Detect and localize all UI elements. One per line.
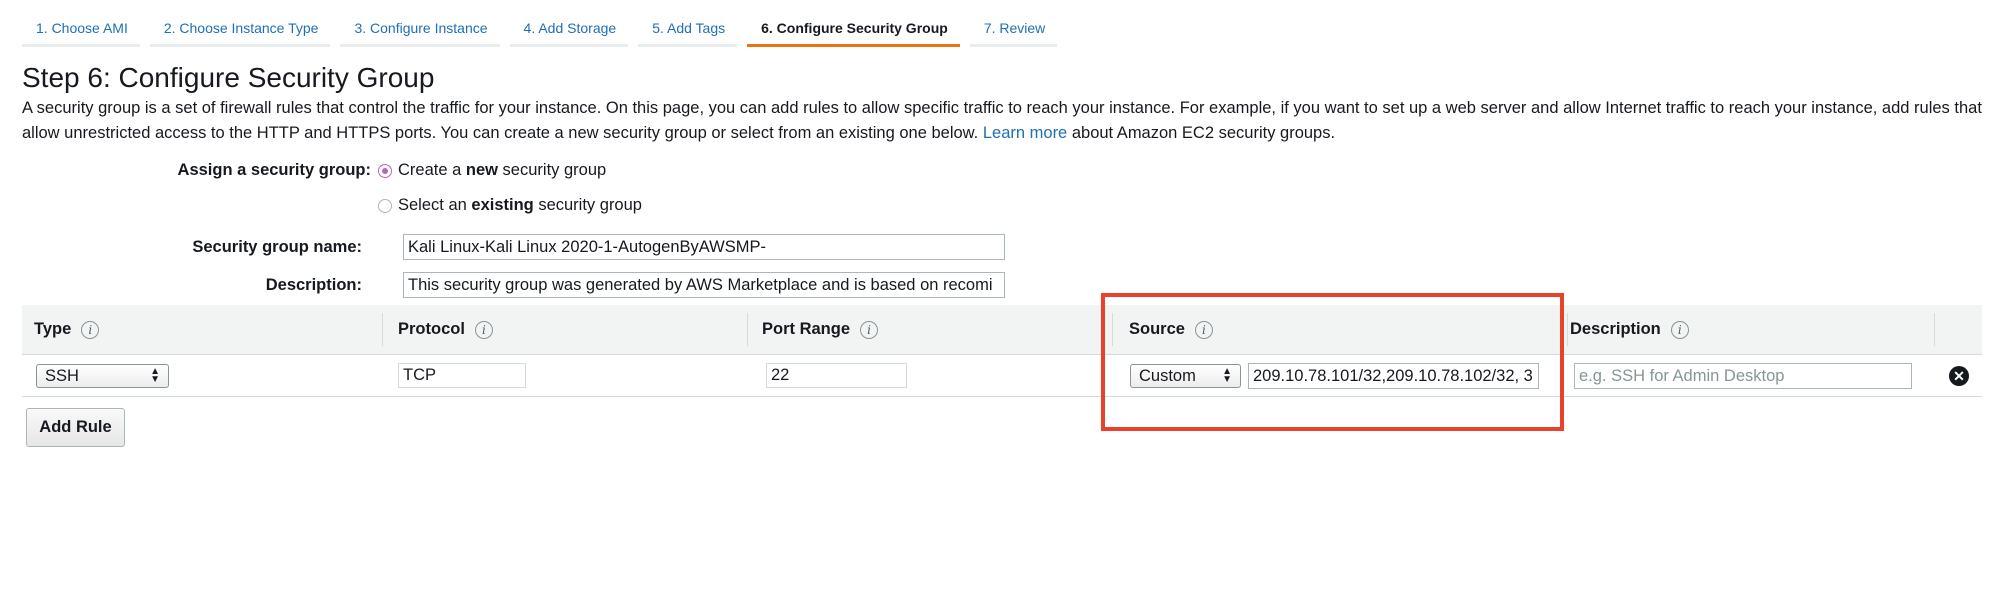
security-group-name-label: Security group name: <box>192 238 362 256</box>
security-group-name-input[interactable]: Kali Linux-Kali Linux 2020-1-AutogenByAW… <box>403 234 1005 260</box>
header-divider <box>1112 313 1113 346</box>
header-type-label: Type <box>34 320 72 338</box>
rule-description-input[interactable]: e.g. SSH for Admin Desktop <box>1574 363 1912 389</box>
source-select[interactable]: Custom ▲ ▼ <box>1130 364 1241 388</box>
intro-text: A security group is a set of firewall ru… <box>22 96 1982 146</box>
port-range-field: 22 <box>766 363 907 388</box>
port-range-info-icon[interactable]: i <box>860 320 879 339</box>
source-cidr-input[interactable]: 209.10.78.101/32,209.10.78.102/32, 3 <box>1248 363 1539 389</box>
protocol-field: TCP <box>398 363 526 388</box>
remove-rule-icon[interactable]: ✕ <box>1949 366 1969 386</box>
tab-review[interactable]: 7. Review <box>969 10 1058 47</box>
radio-create-new-prefix: Create a <box>398 161 466 179</box>
tab-choose-instance-type[interactable]: 2. Choose Instance Type <box>149 10 331 47</box>
tab-configure-instance[interactable]: 3. Configure Instance <box>340 10 500 47</box>
radio-select-existing[interactable]: Select an existing security group <box>378 196 642 215</box>
tab-choose-ami[interactable]: 1. Choose AMI <box>22 10 140 47</box>
add-rule-button[interactable]: Add Rule <box>26 408 125 447</box>
wizard-tabs: 1. Choose AMI 2. Choose Instance Type 3.… <box>22 10 1067 47</box>
header-divider <box>747 313 748 346</box>
radio-select-existing-prefix: Select an <box>398 196 472 214</box>
header-divider <box>382 313 383 346</box>
radio-create-new-bold: new <box>465 161 498 179</box>
description-label: Description: <box>265 276 362 294</box>
radio-create-new[interactable]: Create a new security group <box>378 161 606 180</box>
assign-security-group-label: Assign a security group: <box>177 161 371 179</box>
header-source: Source i <box>1129 305 1213 354</box>
description-info-icon[interactable]: i <box>1670 320 1689 339</box>
description-input[interactable]: This security group was generated by AWS… <box>403 272 1005 298</box>
header-description: Description i <box>1570 305 1689 354</box>
learn-more-link[interactable]: Learn more <box>983 124 1067 142</box>
type-select-value: SSH <box>45 366 79 385</box>
row-divider <box>22 396 1982 397</box>
header-type: Type i <box>34 305 100 354</box>
header-description-label: Description <box>1570 320 1661 338</box>
tab-configure-security-group[interactable]: 6. Configure Security Group <box>747 10 960 47</box>
tab-add-tags[interactable]: 5. Add Tags <box>638 10 738 47</box>
header-divider <box>1567 313 1568 346</box>
rules-table-header: Type i Protocol i Port Range i Source i … <box>22 305 1982 355</box>
radio-select-existing-suffix: security group <box>533 196 642 214</box>
header-divider <box>1934 313 1935 346</box>
source-info-icon[interactable]: i <box>1194 320 1213 339</box>
source-select-value: Custom <box>1139 366 1196 385</box>
header-source-label: Source <box>1129 320 1185 338</box>
radio-select-existing-bold: existing <box>471 196 534 214</box>
radio-select-existing-button[interactable] <box>378 198 392 213</box>
select-arrows-icon: ▲ ▼ <box>1222 366 1232 385</box>
radio-create-new-button[interactable] <box>378 163 392 178</box>
radio-create-new-suffix: security group <box>497 161 607 179</box>
type-select[interactable]: SSH ▲ ▼ <box>36 364 169 388</box>
select-arrows-icon: ▲ ▼ <box>150 366 160 385</box>
header-port-range-label: Port Range <box>762 320 851 338</box>
page-title: Step 6: Configure Security Group <box>22 62 435 93</box>
intro-suffix: about Amazon EC2 security groups. <box>1071 124 1336 142</box>
header-protocol: Protocol i <box>398 305 493 354</box>
tab-add-storage[interactable]: 4. Add Storage <box>509 10 629 47</box>
protocol-info-icon[interactable]: i <box>474 320 493 339</box>
header-protocol-label: Protocol <box>398 320 465 338</box>
header-port-range: Port Range i <box>762 305 879 354</box>
type-info-icon[interactable]: i <box>81 320 100 339</box>
